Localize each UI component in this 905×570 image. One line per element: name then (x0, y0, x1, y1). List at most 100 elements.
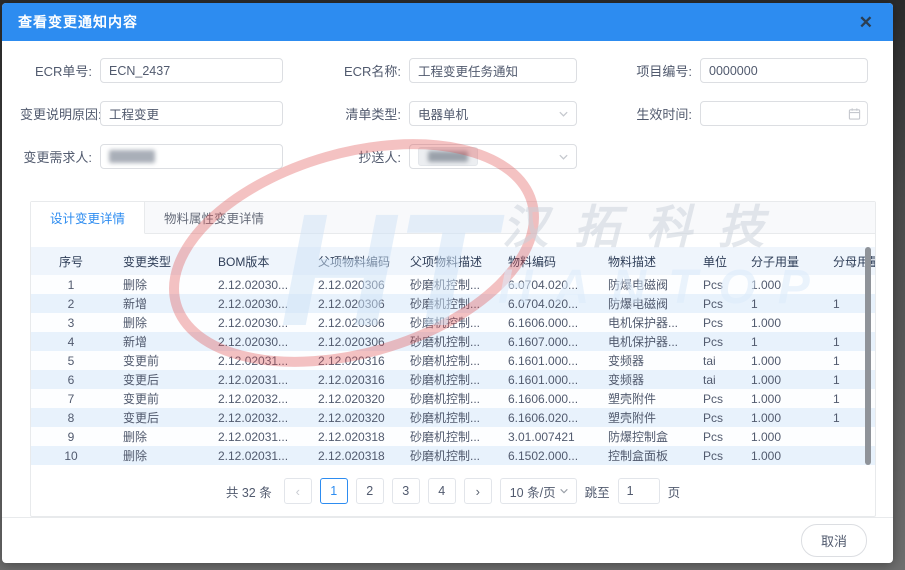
next-page-button[interactable]: › (464, 478, 492, 504)
table-body: 1删除2.12.02030...2.12.020306砂磨机控制...6.070… (31, 275, 875, 465)
table-cell: tai (691, 351, 739, 370)
project-no-input[interactable] (700, 58, 868, 83)
cc-person-label: 抄送人: (283, 147, 409, 166)
table-cell: tai (691, 370, 739, 389)
tab-strip: 设计变更详情 物料属性变更详情 (31, 202, 875, 234)
table-cell: 砂磨机控制... (398, 294, 496, 313)
table-cell: 6.0704.020... (496, 275, 596, 294)
table-cell: 8 (31, 408, 111, 427)
list-type-select[interactable]: 电器单机 (409, 101, 577, 126)
table-cell: Pcs (691, 427, 739, 446)
table-cell: 2.12.020320 (306, 389, 398, 408)
table-cell: 6.1601.000... (496, 370, 596, 389)
table-cell: 3 (31, 313, 111, 332)
page-button-4[interactable]: 4 (428, 478, 456, 504)
table-row[interactable]: 8变更后2.12.02032...2.12.020320砂磨机控制...6.16… (31, 408, 875, 427)
table-cell: 6.1606.000... (496, 389, 596, 408)
table-cell: 2.12.020318 (306, 446, 398, 465)
table-row[interactable]: 3删除2.12.02030...2.12.020306砂磨机控制...6.160… (31, 313, 875, 332)
table-row[interactable]: 2新增2.12.02030...2.12.020306砂磨机控制...6.070… (31, 294, 875, 313)
tab-material-attr-change-detail[interactable]: 物料属性变更详情 (145, 202, 283, 233)
effective-time-label: 生效时间: (577, 104, 700, 123)
table-cell: 砂磨机控制... (398, 313, 496, 332)
project-no-label: 项目编号: (577, 61, 700, 80)
table-cell: 砂磨机控制... (398, 446, 496, 465)
table-row[interactable]: 10删除2.12.02031...2.12.020318砂磨机控制...6.15… (31, 446, 875, 465)
table-cell: 2.12.02031... (206, 351, 306, 370)
ecr-no-label: ECR单号: (20, 61, 100, 80)
table-cell: 砂磨机控制... (398, 351, 496, 370)
table-cell: 2.12.020318 (306, 427, 398, 446)
table-cell: 6.0704.020... (496, 294, 596, 313)
pagination-total: 共 32 条 (226, 482, 272, 501)
table-cell: 变更前 (111, 351, 206, 370)
table-cell: 砂磨机控制... (398, 389, 496, 408)
column-header: 物料编码 (496, 247, 596, 275)
prev-page-button[interactable]: ‹ (284, 478, 312, 504)
jump-label: 跳至 (585, 482, 610, 501)
table-cell: 2.12.020306 (306, 275, 398, 294)
table-cell: 6.1606.020... (496, 408, 596, 427)
table-cell: 9 (31, 427, 111, 446)
effective-time-field[interactable] (700, 101, 868, 126)
table-cell: 砂磨机控制... (398, 427, 496, 446)
list-type-value: 电器单机 (418, 104, 468, 123)
table-row[interactable]: 4新增2.12.02030...2.12.020306砂磨机控制...6.160… (31, 332, 875, 351)
table-row[interactable]: 1删除2.12.02030...2.12.020306砂磨机控制...6.070… (31, 275, 875, 294)
table-cell: 2.12.02030... (206, 294, 306, 313)
table-row[interactable]: 9删除2.12.02031...2.12.020318砂磨机控制...3.01.… (31, 427, 875, 446)
page-size-select[interactable]: 10 条/页 (500, 478, 577, 504)
table-cell: 删除 (111, 446, 206, 465)
ecr-name-input[interactable] (409, 58, 577, 83)
change-reason-label: 变更说明原因: (20, 104, 100, 123)
table-cell: 2.12.02030... (206, 332, 306, 351)
table-cell: 1 (739, 332, 821, 351)
table-cell: 5 (31, 351, 111, 370)
detail-tabs-card: 设计变更详情 物料属性变更详情 序号变更类型BOM版本父项物料编码父项物料描述物… (30, 201, 876, 517)
table-scrollbar[interactable] (865, 247, 871, 465)
page-button-3[interactable]: 3 (392, 478, 420, 504)
change-requester-input[interactable] (100, 144, 283, 169)
table-cell: 砂磨机控制... (398, 332, 496, 351)
table-cell: 防爆控制盒 (596, 427, 691, 446)
ecr-no-input[interactable] (100, 58, 283, 83)
cc-person-tag (418, 147, 478, 166)
table-row[interactable]: 5变更前2.12.02031...2.12.020316砂磨机控制...6.16… (31, 351, 875, 370)
table-cell: Pcs (691, 275, 739, 294)
jump-unit: 页 (668, 482, 681, 501)
column-header: 分子用量 (739, 247, 821, 275)
table-cell: 防爆电磁阀 (596, 275, 691, 294)
chevron-down-icon (559, 486, 569, 496)
table-cell: 1.000 (739, 427, 821, 446)
close-icon[interactable]: ✕ (855, 12, 877, 33)
cancel-button[interactable]: 取消 (801, 524, 867, 557)
tab-design-change-detail[interactable]: 设计变更详情 (31, 202, 145, 234)
tab-content: 序号变更类型BOM版本父项物料编码父项物料描述物料编码物料描述单位分子用量分母用… (31, 234, 875, 516)
column-header: BOM版本 (206, 247, 306, 275)
table-cell: 砂磨机控制... (398, 370, 496, 389)
table-cell: 砂磨机控制... (398, 275, 496, 294)
table-cell: 新增 (111, 332, 206, 351)
page-button-1[interactable]: 1 (320, 478, 348, 504)
jump-page-input[interactable] (618, 478, 660, 504)
change-reason-input[interactable] (100, 101, 283, 126)
change-notice-form: ECR单号: ECR名称: 项目编号: 变更说明原因: 清单类型: 电器单机 生… (2, 41, 893, 169)
chevron-down-icon (558, 151, 569, 162)
change-notice-dialog: 查看变更通知内容 ✕ ECR单号: ECR名称: 项目编号: 变更说明原因: 清… (2, 3, 893, 563)
table-row[interactable]: 7变更前2.12.02032...2.12.020320砂磨机控制...6.16… (31, 389, 875, 408)
cc-person-select[interactable] (409, 144, 577, 169)
table-header-row: 序号变更类型BOM版本父项物料编码父项物料描述物料编码物料描述单位分子用量分母用… (31, 247, 875, 275)
page-button-2[interactable]: 2 (356, 478, 384, 504)
table-cell: 2.12.02031... (206, 427, 306, 446)
table-cell: 6 (31, 370, 111, 389)
dialog-header: 查看变更通知内容 ✕ (2, 3, 893, 41)
effective-time-input[interactable] (700, 101, 868, 126)
table-cell: Pcs (691, 294, 739, 313)
table-cell: 1.000 (739, 370, 821, 389)
table-row[interactable]: 6变更后2.12.02031...2.12.020316砂磨机控制...6.16… (31, 370, 875, 389)
change-table: 序号变更类型BOM版本父项物料编码父项物料描述物料编码物料描述单位分子用量分母用… (31, 247, 875, 465)
table-cell: Pcs (691, 313, 739, 332)
table-cell: 1.000 (739, 408, 821, 427)
table-cell: 2.12.02030... (206, 275, 306, 294)
table-cell: 10 (31, 446, 111, 465)
